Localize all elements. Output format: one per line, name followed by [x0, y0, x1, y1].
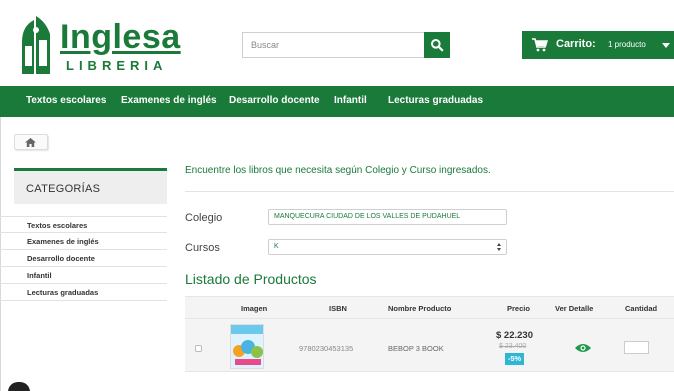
category-item-examenes-de-ingles[interactable]: Examenes de inglés: [0, 233, 167, 250]
category-item-textos-escolares[interactable]: Textos escolares: [0, 216, 167, 233]
product-isbn: 9780230453135: [299, 344, 354, 353]
nav-item-infantil[interactable]: Infantil: [334, 95, 367, 106]
cart-count: 1 producto: [608, 40, 646, 49]
nav-item-examenes-de-ingles[interactable]: Examenes de inglés: [121, 95, 217, 106]
logo-subtitle: LIBRERIA: [66, 58, 168, 73]
search-bar: [242, 32, 450, 58]
cart-label: Carrito:: [556, 38, 596, 50]
nav-item-lecturas-graduadas[interactable]: Lecturas graduadas: [388, 95, 483, 106]
cursos-label: Cursos: [185, 242, 220, 254]
book-cover-image: [231, 325, 263, 368]
product-name: BEBOP 3 BOOK: [388, 344, 444, 353]
logo-emblem-icon: [22, 16, 50, 74]
section-divider: [185, 191, 674, 192]
main-nav: Textos escolares Examenes de inglés Desa…: [0, 86, 674, 117]
row-select-checkbox[interactable]: [195, 345, 202, 352]
search-input[interactable]: [242, 32, 424, 58]
cursos-value: K: [274, 243, 279, 250]
cart-button[interactable]: Carrito: 1 producto: [522, 31, 674, 59]
column-header-isbn: ISBN: [329, 304, 347, 313]
product-old-price: $ 23.400: [499, 343, 527, 350]
quantity-input[interactable]: [624, 341, 649, 354]
product-price: $ 22.230: [496, 330, 533, 341]
column-header-nombre-producto: Nombre Producto: [388, 304, 452, 313]
breadcrumb[interactable]: [14, 134, 48, 150]
search-icon: [431, 39, 444, 52]
product-list-title: Listado de Productos: [185, 271, 317, 287]
table-row: 9780230453135 BEBOP 3 BOOK $ 22.230 $ 23…: [185, 318, 674, 372]
product-thumbnail[interactable]: [230, 324, 264, 369]
colegio-field[interactable]: MANQUECURA CIUDAD DE LOS VALLES DE PUDAH…: [268, 209, 507, 225]
site-logo[interactable]: Inglesa LIBRERIA: [20, 12, 180, 76]
category-item-desarrollo-docente[interactable]: Desarrollo docente: [0, 250, 167, 267]
colegio-label: Colegio: [185, 212, 223, 224]
cart-icon: [532, 38, 548, 52]
categories-title: CATEGORÍAS: [26, 183, 101, 195]
nav-item-textos-escolares[interactable]: Textos escolares: [26, 95, 106, 106]
product-table-header: Imagen ISBN Nombre Producto Precio Ver D…: [185, 296, 674, 318]
chevron-down-icon: [662, 43, 670, 48]
column-header-imagen: Imagen: [241, 304, 268, 313]
home-icon: [25, 138, 36, 147]
select-arrows-icon: [497, 243, 502, 252]
search-button[interactable]: [424, 32, 450, 58]
column-header-precio: Precio: [507, 304, 530, 313]
nav-item-desarrollo-docente[interactable]: Desarrollo docente: [229, 95, 320, 106]
discount-badge: -5%: [505, 353, 524, 365]
cursos-select[interactable]: K: [268, 239, 507, 255]
categories-list: Textos escolares Examenes de inglés Desa…: [0, 216, 167, 301]
logo-wordmark: Inglesa: [60, 18, 181, 56]
column-header-ver-detalle: Ver Detalle: [555, 304, 594, 313]
colegio-value: MANQUECURA CIUDAD DE LOS VALLES DE PUDAH…: [274, 213, 461, 220]
column-header-cantidad: Cantidad: [625, 304, 658, 313]
intro-text: Encuentre los libros que necesita según …: [185, 165, 491, 176]
eye-icon[interactable]: [575, 343, 591, 353]
site-header: Inglesa LIBRERIA Carrito: 1 producto: [0, 0, 674, 86]
category-item-lecturas-graduadas[interactable]: Lecturas graduadas: [0, 284, 167, 301]
categories-header: CATEGORÍAS: [14, 168, 167, 204]
category-item-infantil[interactable]: Infantil: [0, 267, 167, 284]
